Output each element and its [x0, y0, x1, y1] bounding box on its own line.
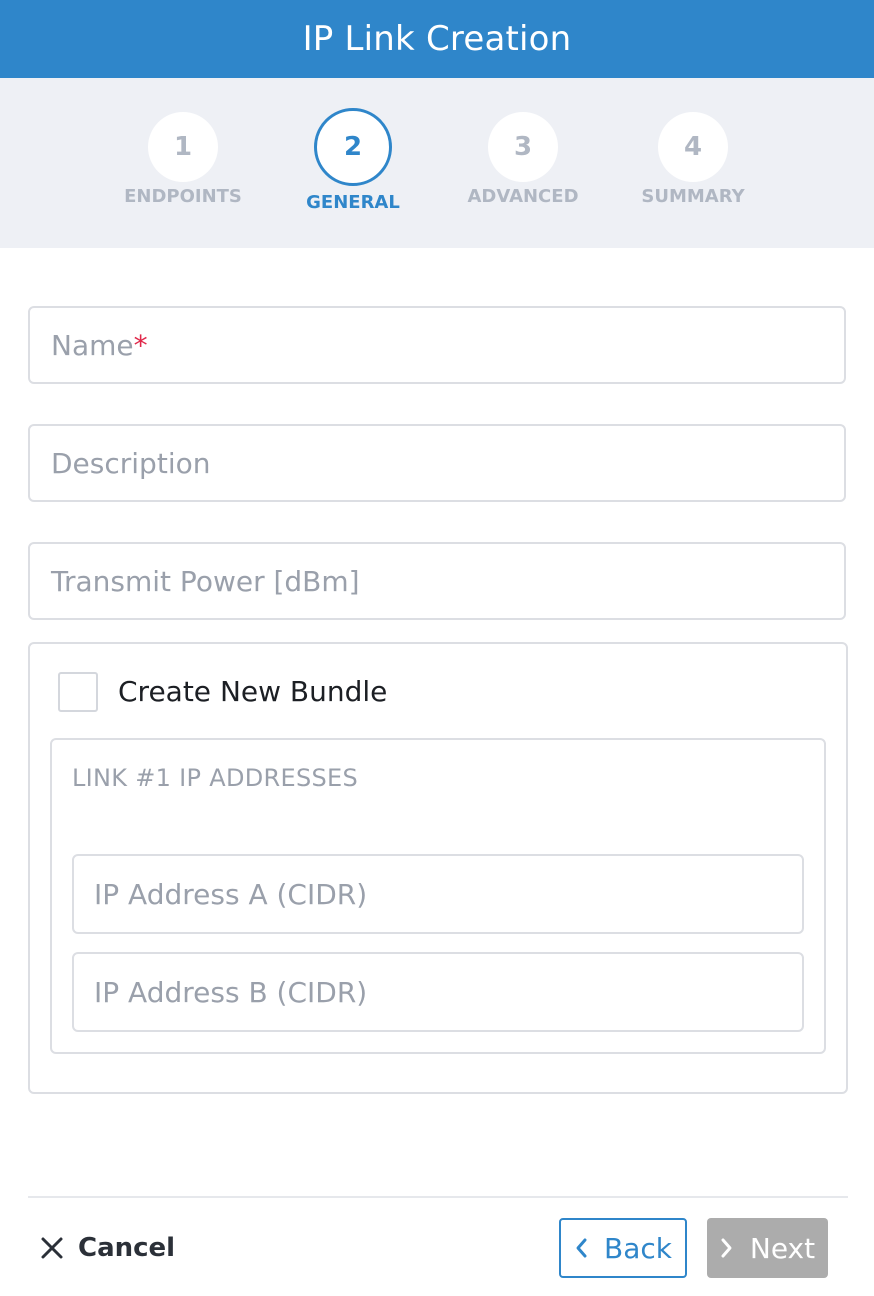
name-input[interactable]: Name * — [28, 306, 846, 384]
dialog-header: IP Link Creation — [0, 0, 874, 78]
ip-address-a-input[interactable]: IP Address A (CIDR) — [72, 854, 804, 934]
cancel-label: Cancel — [78, 1233, 176, 1263]
step-number: 4 — [658, 112, 728, 182]
step-general[interactable]: 2 GENERAL — [268, 108, 438, 213]
dialog-title: IP Link Creation — [302, 19, 572, 59]
step-number: 1 — [148, 112, 218, 182]
step-advanced[interactable]: 3 ADVANCED — [438, 112, 608, 207]
step-label: GENERAL — [306, 192, 400, 213]
back-label: Back — [604, 1231, 672, 1265]
footer-divider — [28, 1196, 848, 1198]
step-label: ENDPOINTS — [124, 186, 242, 207]
next-button[interactable]: Next — [707, 1218, 828, 1278]
name-placeholder: Name — [51, 328, 134, 362]
create-bundle-label[interactable]: Create New Bundle — [118, 672, 387, 712]
description-input[interactable]: Description — [28, 424, 846, 502]
transmit-power-placeholder: Transmit Power [dBm] — [51, 564, 360, 598]
link-ip-addresses-group: LINK #1 IP ADDRESSES IP Address A (CIDR)… — [50, 738, 826, 1054]
required-mark: * — [133, 328, 148, 362]
ip-address-b-input[interactable]: IP Address B (CIDR) — [72, 952, 804, 1032]
back-button[interactable]: Back — [559, 1218, 687, 1278]
step-label: SUMMARY — [641, 186, 745, 207]
next-label: Next — [749, 1231, 816, 1265]
close-icon — [40, 1236, 64, 1260]
ip-address-b-placeholder: IP Address B (CIDR) — [94, 975, 368, 1009]
cancel-button[interactable]: Cancel — [40, 1226, 175, 1270]
ip-address-a-placeholder: IP Address A (CIDR) — [94, 877, 368, 911]
step-number: 3 — [488, 112, 558, 182]
description-placeholder: Description — [51, 446, 211, 480]
bundle-section: Create New Bundle LINK #1 IP ADDRESSES I… — [28, 642, 848, 1094]
create-bundle-checkbox[interactable] — [58, 672, 98, 712]
chevron-right-icon — [720, 1237, 734, 1259]
link-ip-addresses-title: LINK #1 IP ADDRESSES — [72, 764, 359, 792]
wizard-stepper: 1 ENDPOINTS 2 GENERAL 3 ADVANCED 4 SUMMA… — [0, 78, 874, 248]
step-endpoints[interactable]: 1 ENDPOINTS — [98, 112, 268, 207]
transmit-power-input[interactable]: Transmit Power [dBm] — [28, 542, 846, 620]
step-summary[interactable]: 4 SUMMARY — [608, 112, 778, 207]
step-label: ADVANCED — [467, 186, 579, 207]
chevron-left-icon — [574, 1237, 588, 1259]
step-number: 2 — [314, 108, 392, 186]
